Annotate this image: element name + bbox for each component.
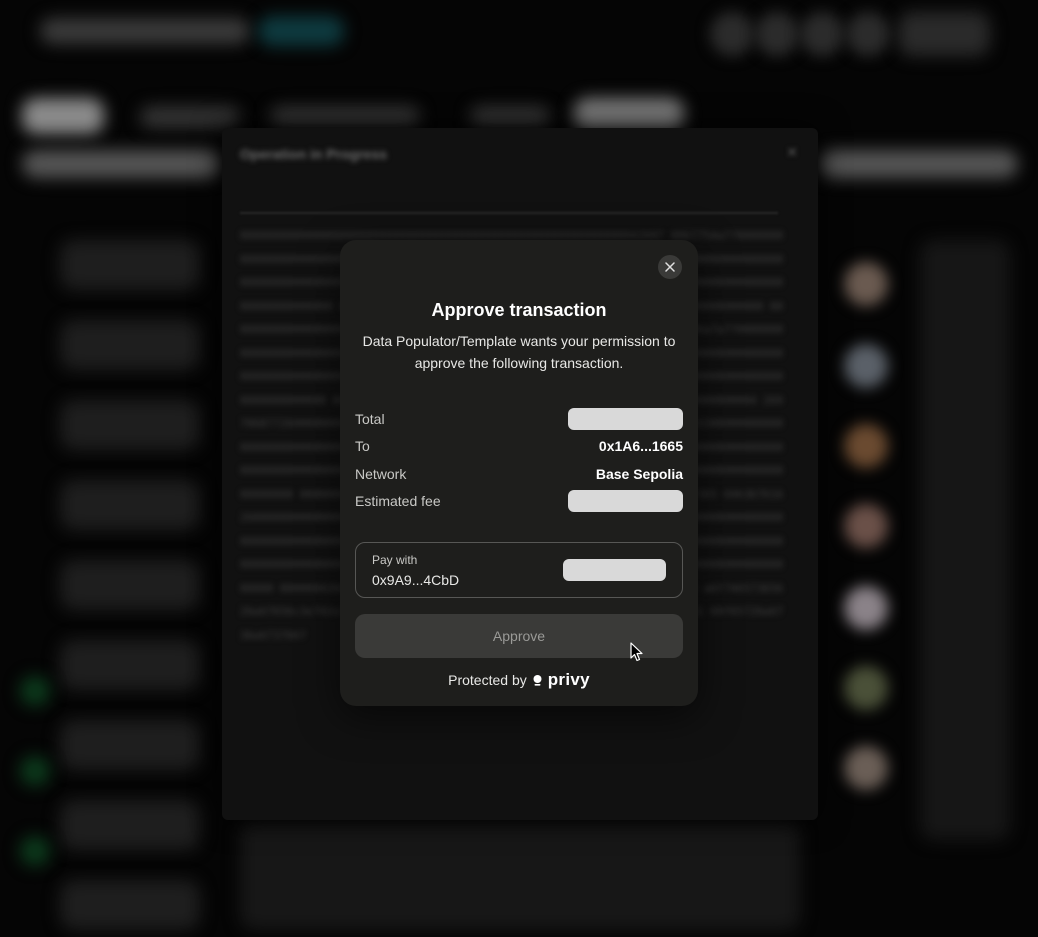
operation-modal-title: Operation in Progress xyxy=(240,146,388,162)
operation-modal-close-icon[interactable]: ✕ xyxy=(786,144,798,161)
detail-row-total: Total xyxy=(355,405,683,433)
close-icon xyxy=(665,262,675,272)
privy-logo-icon xyxy=(533,674,542,686)
transaction-details: Total To 0x1A6...1665 Network Base Sepol… xyxy=(355,405,683,515)
dialog-title: Approve transaction xyxy=(431,300,607,320)
pay-with-address: 0x9A9...4CbD xyxy=(372,572,460,588)
pay-with-label: Pay with xyxy=(372,553,418,567)
protected-by-footer: Protected by privy xyxy=(340,670,698,690)
detail-row-to: To 0x1A6...1665 xyxy=(355,433,683,461)
network-label: Network xyxy=(355,465,407,482)
operation-modal-divider xyxy=(240,212,778,214)
protected-by-label: Protected by xyxy=(448,672,527,688)
approve-transaction-dialog: Approve transaction Data Populator/Templ… xyxy=(340,240,698,706)
close-button[interactable] xyxy=(658,255,682,279)
dialog-subtitle: Data Populator/Template wants your permi… xyxy=(362,333,676,371)
pay-with-selector[interactable]: Pay with 0x9A9...4CbD xyxy=(355,542,683,598)
total-label: Total xyxy=(355,410,385,427)
to-address: 0x1A6...1665 xyxy=(598,438,683,455)
estimated-fee-loading xyxy=(568,490,683,513)
to-label: To xyxy=(355,438,370,455)
network-value: Base Sepolia xyxy=(595,465,683,482)
detail-row-estimated-fee: Estimated fee xyxy=(355,488,683,516)
total-value-loading xyxy=(568,407,683,430)
privy-wordmark: privy xyxy=(547,670,590,689)
detail-row-network: Network Base Sepolia xyxy=(355,460,683,488)
pay-with-balance-loading xyxy=(563,559,666,581)
background-topbar xyxy=(20,0,1000,80)
estimated-fee-label: Estimated fee xyxy=(355,493,441,510)
pointer-cursor-icon xyxy=(630,642,643,662)
